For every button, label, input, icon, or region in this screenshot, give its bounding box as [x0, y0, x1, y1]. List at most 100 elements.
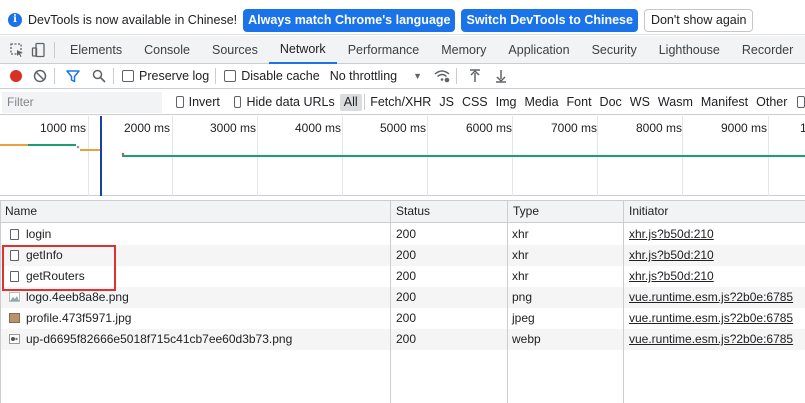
column-header-type[interactable]: Type	[508, 201, 539, 223]
filter-input[interactable]	[2, 91, 162, 113]
table-row[interactable]: logo.4eeb8a8e.png 200 png vue.runtime.es…	[0, 287, 805, 308]
network-toolbar: Preserve log Disable cache No throttling…	[0, 64, 805, 89]
toolbar-divider	[113, 68, 114, 84]
column-divider[interactable]	[507, 200, 508, 403]
request-name[interactable]: getRouters	[26, 266, 85, 287]
throttling-chevron-icon[interactable]: ▼	[413, 71, 422, 81]
file-icon	[10, 229, 19, 240]
toolbar-divider	[54, 68, 55, 84]
filter-type-other[interactable]: Other	[752, 94, 791, 111]
tab-elements[interactable]: Elements	[59, 36, 133, 64]
invert-label: Invert	[188, 95, 220, 109]
tab-application[interactable]: Application	[497, 36, 580, 64]
filter-type-css[interactable]: CSS	[458, 94, 492, 111]
request-status: 200	[396, 269, 417, 283]
request-status: 200	[396, 332, 417, 346]
filter-icon[interactable]	[65, 68, 81, 84]
table-row[interactable]: getRouters 200 xhr xhr.js?b50d:210	[0, 266, 805, 287]
filter-type-doc[interactable]: Doc	[596, 94, 626, 111]
request-name[interactable]: profile.473f5971.jpg	[26, 308, 131, 329]
column-header-initiator[interactable]: Initiator	[624, 201, 668, 223]
request-name[interactable]: login	[26, 224, 51, 245]
switch-to-chinese-button[interactable]: Switch DevTools to Chinese	[461, 8, 638, 32]
request-initiator-link[interactable]: xhr.js?b50d:210	[629, 266, 714, 287]
table-row[interactable]: up-d6695f82666e5018f715c41cb7ee60d3b73.p…	[0, 329, 805, 350]
filter-type-font[interactable]: Font	[563, 94, 596, 111]
throttling-select[interactable]: No throttling	[330, 69, 397, 83]
preserve-log-label: Preserve log	[139, 69, 210, 83]
request-name[interactable]: up-d6695f82666e5018f715c41cb7ee60d3b73.p…	[26, 329, 292, 350]
request-name[interactable]: logo.4eeb8a8e.png	[26, 287, 129, 308]
table-header: Name Status Type Initiator	[0, 200, 805, 223]
tab-sources[interactable]: Sources	[201, 36, 269, 64]
infobar-message: DevTools is now available in Chinese!	[28, 13, 238, 27]
network-overview-timeline[interactable]: 1000 ms 2000 ms 3000 ms 4000 ms 5000 ms …	[0, 116, 805, 196]
disable-cache-checkbox[interactable]	[224, 70, 237, 82]
filter-type-media[interactable]: Media	[520, 94, 562, 111]
toolbar-divider	[456, 68, 458, 84]
tab-console[interactable]: Console	[133, 36, 201, 64]
filter-type-ws[interactable]: WS	[626, 94, 654, 111]
request-status: 200	[396, 227, 417, 241]
filter-type-js[interactable]: JS	[435, 94, 458, 111]
request-type: xhr	[512, 227, 529, 241]
blocked-requests-checkbox[interactable]	[797, 96, 805, 108]
photo-icon	[9, 313, 20, 323]
request-status: 200	[396, 248, 417, 262]
request-initiator-link[interactable]: xhr.js?b50d:210	[629, 224, 714, 245]
info-icon: i	[8, 13, 22, 27]
tabbar-divider	[54, 41, 55, 58]
file-icon	[10, 271, 19, 282]
tab-network[interactable]: Network	[268, 36, 337, 64]
image-icon	[9, 292, 20, 302]
file-icon	[10, 250, 19, 261]
filter-type-manifest[interactable]: Manifest	[697, 94, 752, 111]
tab-lighthouse[interactable]: Lighthouse	[648, 36, 731, 64]
request-initiator-link[interactable]: vue.runtime.esm.js?2b0e:6785	[629, 329, 793, 350]
filter-type-img[interactable]: Img	[492, 94, 521, 111]
column-header-name[interactable]: Name	[0, 201, 37, 223]
request-initiator-link[interactable]: vue.runtime.esm.js?2b0e:6785	[629, 287, 793, 308]
filter-bar: Invert Hide data URLs All Fetch/XHR JS C…	[0, 90, 805, 115]
request-status: 200	[396, 311, 417, 325]
hide-data-urls-label: Hide data URLs	[246, 95, 335, 109]
invert-checkbox[interactable]	[176, 96, 184, 108]
filter-divider	[363, 94, 365, 110]
tab-security[interactable]: Security	[581, 36, 648, 64]
search-icon[interactable]	[91, 68, 107, 84]
language-infobar: i DevTools is now available in Chinese! …	[0, 6, 805, 35]
filter-type-wasm[interactable]: Wasm	[654, 94, 697, 111]
table-row[interactable]: profile.473f5971.jpg 200 jpeg vue.runtim…	[0, 308, 805, 329]
column-divider[interactable]	[623, 200, 624, 403]
filter-type-fetch-xhr[interactable]: Fetch/XHR	[366, 94, 435, 111]
dont-show-again-button[interactable]: Don't show again	[643, 8, 754, 32]
match-language-button[interactable]: Always match Chrome's language	[243, 8, 456, 32]
import-har-icon[interactable]	[467, 68, 483, 84]
request-status: 200	[396, 290, 417, 304]
record-button[interactable]	[10, 70, 22, 82]
tab-performance[interactable]: Performance	[337, 36, 431, 64]
table-left-border	[0, 200, 1, 403]
table-row[interactable]: getInfo 200 xhr xhr.js?b50d:210	[0, 245, 805, 266]
request-initiator-link[interactable]: vue.runtime.esm.js?2b0e:6785	[629, 308, 793, 329]
request-name[interactable]: getInfo	[26, 245, 63, 266]
requests-table: Name Status Type Initiator login 200 xhr…	[0, 200, 805, 403]
export-har-icon[interactable]	[493, 68, 509, 84]
request-initiator-link[interactable]: xhr.js?b50d:210	[629, 245, 714, 266]
clear-icon[interactable]	[32, 68, 48, 84]
column-header-status[interactable]: Status	[391, 201, 430, 223]
device-toolbar-icon[interactable]	[28, 39, 50, 61]
network-conditions-icon[interactable]	[434, 68, 450, 84]
image-icon	[9, 334, 20, 344]
tab-memory[interactable]: Memory	[430, 36, 497, 64]
inspect-element-icon[interactable]	[6, 39, 28, 61]
toolbar-divider	[215, 68, 217, 84]
hide-data-urls-checkbox[interactable]	[233, 96, 242, 108]
preserve-log-checkbox[interactable]	[122, 70, 134, 82]
column-divider[interactable]	[390, 200, 391, 403]
tab-recorder[interactable]: Recorder	[731, 36, 804, 64]
table-row[interactable]: login 200 xhr xhr.js?b50d:210	[0, 224, 805, 245]
request-type: webp	[512, 332, 541, 346]
filter-type-all[interactable]: All	[339, 93, 362, 111]
panel-tabbar: Elements Console Sources Network Perform…	[0, 36, 805, 64]
